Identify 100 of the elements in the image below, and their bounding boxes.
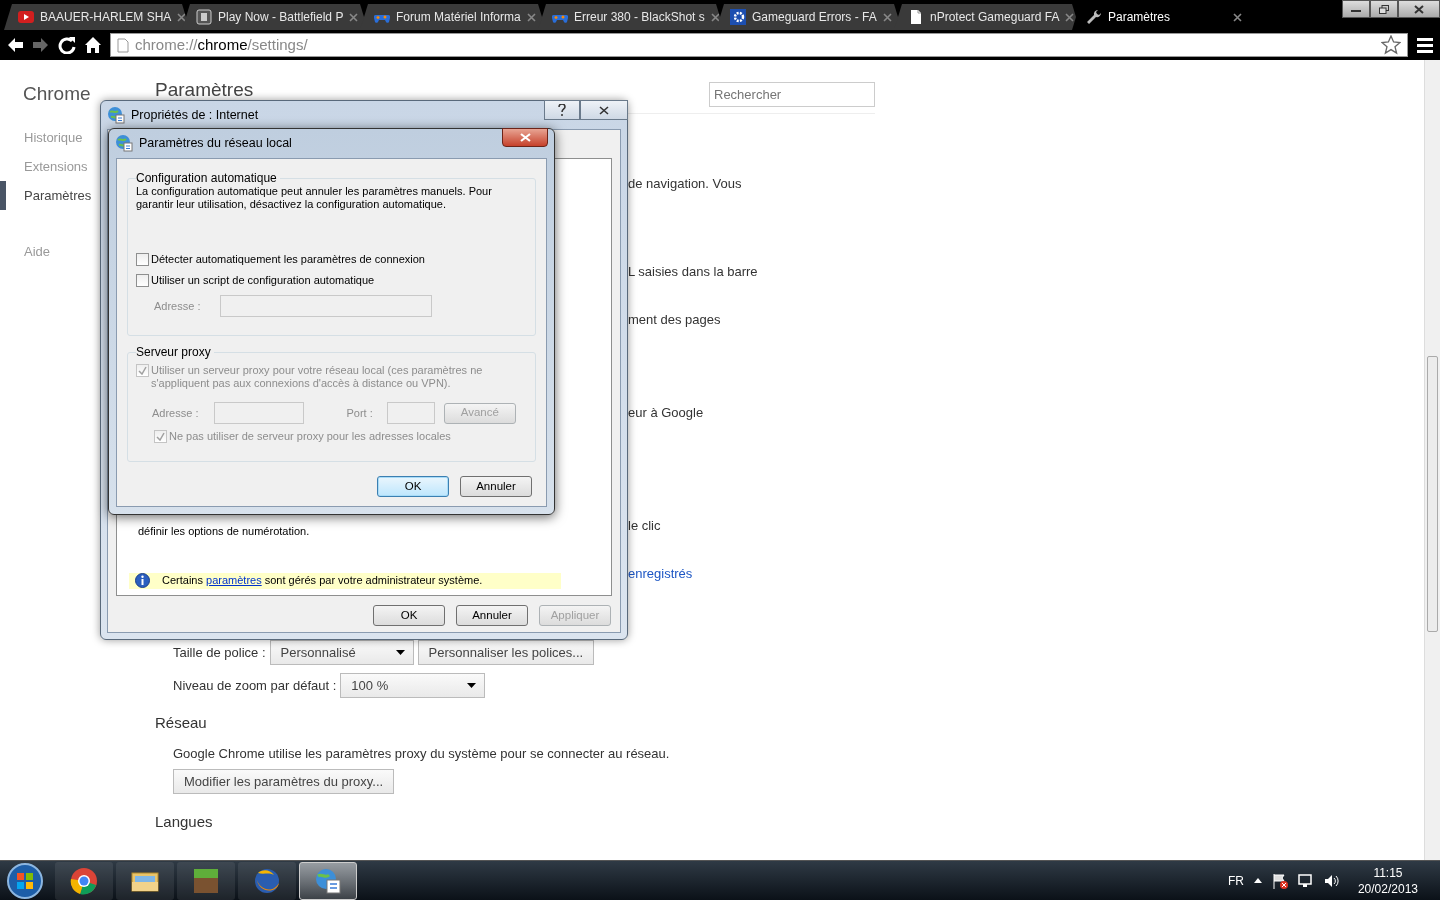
taskbar-button[interactable] [299, 861, 357, 900]
square-icon [196, 9, 212, 25]
section-heading: Réseau [155, 713, 208, 733]
window-title: Propriétés de : Internet [131, 106, 259, 124]
checkbox-label: Détecter automatiquement les paramètres de connexion [151, 253, 425, 266]
flag-icon[interactable] [1271, 872, 1288, 889]
play-icon [18, 9, 34, 25]
settings-link[interactable]: enregistrés [628, 565, 875, 583]
browser-icon [70, 866, 98, 895]
start-button[interactable] [6, 861, 44, 900]
field-label: Taille de police : [173, 643, 266, 662]
zoom-select[interactable]: 100 % [340, 673, 486, 698]
taskbar-button[interactable] [55, 861, 113, 900]
dialog-button[interactable]: Annuler [456, 605, 528, 626]
group-title: Configuration automatique [136, 171, 278, 185]
gear-icon [730, 9, 746, 25]
brand-title: Chrome [22, 82, 92, 106]
taskbar-button[interactable] [177, 861, 235, 900]
close-button[interactable] [1398, 0, 1440, 18]
customize-fonts-button[interactable]: Personnaliser les polices... [417, 640, 595, 665]
setting-text: le clic [628, 517, 662, 535]
checkbox[interactable] [136, 253, 149, 266]
scrollbar-thumb[interactable] [1427, 356, 1438, 632]
caret-icon [467, 683, 477, 688]
block-icon [192, 866, 220, 895]
close-icon [599, 105, 609, 115]
speaker-icon[interactable] [1323, 873, 1340, 888]
minimize-button[interactable] [1342, 0, 1370, 18]
star-icon[interactable] [1381, 35, 1401, 55]
help-button[interactable] [544, 100, 580, 120]
forward-button[interactable] [32, 36, 50, 54]
field-label: Port : [346, 405, 373, 421]
wrench-icon [1086, 9, 1102, 25]
close-icon[interactable] [349, 12, 359, 22]
proxy-settings-button[interactable]: Modifier les paramètres du proxy... [173, 769, 395, 794]
menu-button[interactable] [1416, 36, 1434, 54]
clock-date: 20/02/2013 [1357, 880, 1418, 897]
close-icon[interactable] [1233, 12, 1242, 22]
page-title: Paramètres [155, 80, 254, 100]
up-arrow-icon[interactable] [1253, 878, 1262, 883]
back-button[interactable] [6, 36, 24, 54]
close-icon[interactable] [526, 12, 536, 22]
close-icon[interactable] [882, 12, 892, 22]
close-icon[interactable] [710, 12, 720, 22]
network-icon[interactable] [1297, 873, 1314, 888]
checkbox-label: Utiliser un script de configuration automatique [151, 274, 375, 287]
page-icon [117, 37, 129, 53]
font-size-select[interactable]: Personnalisé [269, 640, 414, 665]
back-arrow-icon [6, 36, 24, 54]
dialog-button[interactable]: OK [373, 605, 445, 626]
dialog-button[interactable]: Annuler [460, 476, 532, 497]
setting-text: de navigation. Vous [628, 175, 743, 193]
address-field[interactable] [220, 295, 433, 317]
field-label: Niveau de zoom par défaut : [173, 676, 337, 695]
globe-icon [107, 106, 125, 124]
section-heading: Langues [155, 812, 214, 832]
address-text: chrome://chrome/settings/ [135, 34, 308, 55]
notice-text: Certains paramètres sont gérés par votre administrateur système. [162, 573, 483, 589]
fox-globe-icon [253, 866, 281, 895]
reload-icon [58, 36, 76, 54]
setting-text: ment des pages [628, 311, 722, 329]
info-icon [135, 573, 150, 588]
close-icon [1414, 4, 1424, 14]
close-button[interactable] [580, 100, 628, 120]
window-title: Paramètres du réseau local [139, 134, 292, 152]
settings-link[interactable]: paramètres [206, 574, 262, 587]
home-button[interactable] [84, 36, 102, 54]
reload-button[interactable] [58, 36, 76, 54]
caret-icon [395, 650, 405, 655]
help-icon [558, 104, 566, 116]
address-field[interactable]: chrome://chrome/settings/ [110, 33, 1408, 57]
checkbox-label: Ne pas utiliser de serveur proxy pour les adresses locales [169, 430, 451, 443]
language-indicator[interactable]: FR [1227, 871, 1244, 890]
field-label: Adresse : [154, 298, 201, 314]
description-text: La configuration automatique peut annuler les paramètres manuels. Pour garantir leur utilisation, désactivez la configuration automatique. [136, 185, 493, 211]
port-field[interactable] [386, 402, 435, 424]
checkbox-label: Utiliser un serveur proxy pour votre réseau local (ces paramètres ne s'appliquent pas aux connexions d'accès à distance ou VPN). [151, 364, 484, 390]
settings-globe-icon [314, 866, 342, 895]
close-icon[interactable] [177, 12, 187, 22]
group-title: Serveur proxy [136, 345, 212, 359]
taskbar-button[interactable] [116, 861, 174, 900]
close-button[interactable] [502, 128, 548, 147]
scrollbar[interactable] [1424, 60, 1440, 860]
dialog-button[interactable]: OK [377, 476, 449, 497]
forward-arrow-icon [32, 36, 50, 54]
clock-time: 11:15 [1372, 864, 1404, 881]
setting-text: eur à Google [628, 404, 705, 422]
address-field[interactable] [214, 402, 305, 424]
restore-button[interactable] [1370, 0, 1398, 18]
menu-icon [1416, 36, 1434, 54]
checkbox[interactable] [136, 274, 149, 287]
start-orb-icon [6, 861, 44, 900]
check-icon [138, 366, 147, 375]
restore-icon [1379, 4, 1389, 14]
page-icon [908, 9, 924, 25]
close-icon[interactable] [1065, 12, 1075, 22]
body-text: définir les options de numérotation. [138, 524, 311, 539]
field-label: Adresse : [152, 405, 199, 421]
search-field[interactable]: Rechercher [709, 82, 875, 107]
globe-icon [115, 134, 133, 152]
